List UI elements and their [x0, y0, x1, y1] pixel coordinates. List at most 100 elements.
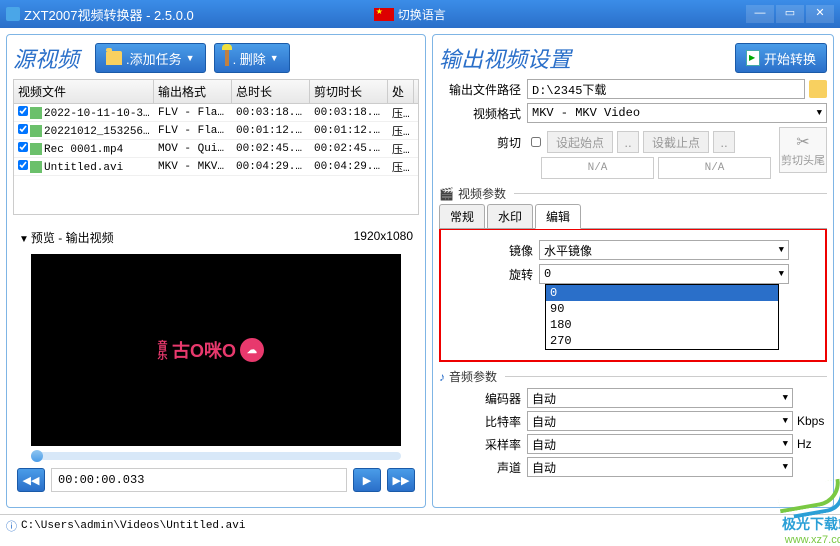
source-panel: 源视频 .添加任务 ▼ . 删除 ▼ 视频文件 输出格式 总时长 剪切时长 处 …: [6, 34, 426, 508]
close-button[interactable]: ✕: [806, 5, 834, 23]
mirror-value: 水平镜像: [544, 242, 592, 259]
row-checkbox[interactable]: [18, 106, 28, 116]
chevron-down-icon: ▼: [817, 108, 822, 118]
video-file-icon: [30, 143, 42, 155]
play-button[interactable]: ▶: [353, 468, 381, 492]
brush-icon: [225, 50, 229, 66]
row-checkbox[interactable]: [18, 124, 28, 134]
cut-label: 剪切: [439, 134, 527, 151]
col-file[interactable]: 视频文件: [14, 80, 154, 103]
trim-label: 剪切头尾: [781, 152, 825, 168]
table-header: 视频文件 输出格式 总时长 剪切时长 处: [14, 80, 418, 104]
col-format[interactable]: 输出格式: [154, 80, 232, 103]
time-display: 00:00:00.033: [51, 468, 347, 492]
brand-bubble-icon: ☁: [240, 338, 264, 362]
forward-button[interactable]: ▶▶: [387, 468, 415, 492]
bitrate-label: 比特率: [439, 413, 527, 430]
start-more-button[interactable]: ..: [617, 131, 639, 153]
table-row[interactable]: Untitled.aviMKV - MKV ..00:04:29...00:04…: [14, 158, 418, 176]
cut-checkbox[interactable]: [531, 137, 541, 147]
output-path-label: 输出文件路径: [439, 81, 527, 98]
table-row[interactable]: 2022-10-11-10-3...FLV - Flas..00:03:18..…: [14, 104, 418, 122]
rotate-select[interactable]: 0 ▼: [539, 264, 789, 284]
rotate-option[interactable]: 270: [546, 333, 778, 349]
delete-label: . 删除: [233, 49, 266, 68]
end-time-display: N/A: [658, 157, 771, 179]
video-file-icon: [30, 107, 42, 119]
encoder-label: 编码器: [439, 390, 527, 407]
tab-edit[interactable]: 编辑: [535, 204, 581, 229]
source-table: 视频文件 输出格式 总时长 剪切时长 处 2022-10-11-10-3...F…: [13, 79, 419, 215]
samplerate-select[interactable]: 自动▼: [527, 434, 793, 454]
table-row[interactable]: Rec 0001.mp4MOV - Quic..00:02:45...00:02…: [14, 140, 418, 158]
output-path-input[interactable]: [527, 79, 805, 99]
video-format-select[interactable]: MKV - MKV Video ▼: [527, 103, 827, 123]
statusbar: ⓘ C:\Users\admin\Videos\Untitled.avi: [0, 514, 840, 536]
table-row[interactable]: 20221012_153256..FLV - Flas..00:01:12...…: [14, 122, 418, 140]
video-format-value: MKV - MKV Video: [532, 106, 640, 120]
row-checkbox[interactable]: [18, 160, 28, 170]
set-end-button[interactable]: 设截止点: [643, 131, 709, 153]
rewind-button[interactable]: ◀◀: [17, 468, 45, 492]
seek-thumb[interactable]: [31, 450, 43, 462]
info-icon: ⓘ: [6, 518, 17, 534]
preview-label[interactable]: ▼预览 - 输出视频: [19, 229, 114, 246]
mirror-label: 镜像: [451, 242, 539, 259]
output-title: 输出视频设置: [439, 42, 571, 74]
output-panel: 输出视频设置 开始转换 输出文件路径 视频格式 MKV - MKV Video …: [432, 34, 834, 508]
window-buttons: — ▭ ✕: [744, 5, 834, 23]
encoder-select[interactable]: 自动▼: [527, 388, 793, 408]
brand-text: 古O咪O: [172, 337, 236, 363]
minimize-button[interactable]: —: [746, 5, 774, 23]
maximize-button[interactable]: ▭: [776, 5, 804, 23]
end-more-button[interactable]: ..: [713, 131, 735, 153]
channels-label: 声道: [439, 459, 527, 476]
seek-slider[interactable]: [31, 452, 401, 460]
note-icon: ♪: [439, 370, 445, 384]
rotate-option[interactable]: 90: [546, 301, 778, 317]
add-task-label: .添加任务: [126, 49, 182, 68]
col-total[interactable]: 总时长: [232, 80, 310, 103]
delete-button[interactable]: . 删除 ▼: [214, 43, 290, 73]
trim-button[interactable]: ✂ 剪切头尾: [779, 127, 827, 173]
audio-params-group-title: ♪ 音频参数: [439, 368, 827, 385]
preview-resolution: 1920x1080: [354, 229, 413, 246]
samplerate-label: 采样率: [439, 436, 527, 453]
rotate-dropdown[interactable]: 090180270: [545, 284, 779, 350]
app-title: ZXT2007视频转换器 - 2.5.0.0: [24, 5, 194, 24]
tab-normal[interactable]: 常规: [439, 204, 485, 228]
col-cut[interactable]: 剪切时长: [310, 80, 388, 103]
video-preview[interactable]: 音乐 古O咪O ☁: [31, 254, 401, 446]
browse-button[interactable]: [809, 80, 827, 98]
col-proc[interactable]: 处: [388, 80, 414, 103]
add-task-button[interactable]: .添加任务 ▼: [95, 43, 206, 73]
tab-watermark[interactable]: 水印: [487, 204, 533, 228]
chevron-down-icon: ▼: [779, 269, 784, 279]
rotate-option[interactable]: 180: [546, 317, 778, 333]
channels-select[interactable]: 自动▼: [527, 457, 793, 477]
flag-icon: [374, 8, 394, 21]
arrow-down-icon: ▼: [19, 234, 29, 245]
mirror-select[interactable]: 水平镜像 ▼: [539, 240, 789, 260]
video-tabs: 常规 水印 编辑: [439, 204, 827, 229]
titlebar: ZXT2007视频转换器 - 2.5.0.0 切换语言 — ▭ ✕: [0, 0, 840, 28]
preview-brand: 音乐 古O咪O ☁: [153, 337, 279, 363]
start-label: 开始转换: [764, 49, 816, 68]
chevron-down-icon: ▼: [186, 53, 195, 63]
source-title: 源视频: [13, 42, 79, 74]
table-body: 2022-10-11-10-3...FLV - Flas..00:03:18..…: [14, 104, 418, 214]
video-params-group-title: 🎬 视频参数: [439, 185, 827, 202]
rotate-label: 旋转: [451, 266, 539, 283]
row-checkbox[interactable]: [18, 142, 28, 152]
language-switch[interactable]: 切换语言: [374, 6, 446, 23]
chevron-down-icon: ▼: [270, 53, 279, 63]
set-start-button[interactable]: 设起始点: [547, 131, 613, 153]
bitrate-unit: Kbps: [793, 414, 827, 428]
video-icon: 🎬: [439, 187, 454, 201]
bitrate-select[interactable]: 自动▼: [527, 411, 793, 431]
play-doc-icon: [746, 50, 760, 66]
rotate-option[interactable]: 0: [546, 285, 778, 301]
brand-small-text: 音乐: [153, 340, 168, 360]
chevron-down-icon: ▼: [779, 245, 784, 255]
start-convert-button[interactable]: 开始转换: [735, 43, 827, 73]
